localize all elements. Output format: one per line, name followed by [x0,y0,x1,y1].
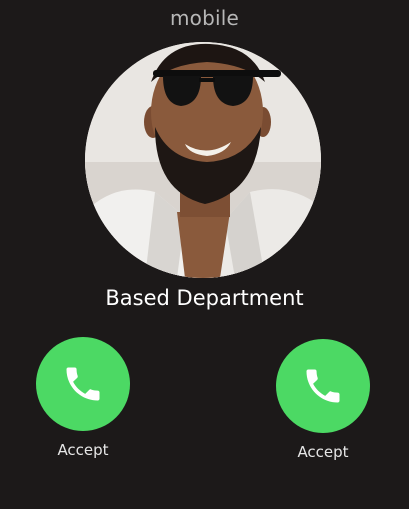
caller-name: Based Department [105,286,304,310]
phone-icon [306,369,340,403]
caller-photo [85,42,321,278]
caller-avatar [85,42,321,278]
accept-action-left: Accept [28,337,138,459]
accept-action-right: Accept [268,339,378,461]
accept-label: Accept [57,441,109,459]
accept-button[interactable] [276,339,370,433]
call-type-label: mobile [169,6,240,30]
incoming-call-screen: mobile Based Department Accept Accept [0,0,409,509]
accept-label: Accept [297,443,349,461]
accept-button[interactable] [36,337,130,431]
phone-icon [66,367,100,401]
